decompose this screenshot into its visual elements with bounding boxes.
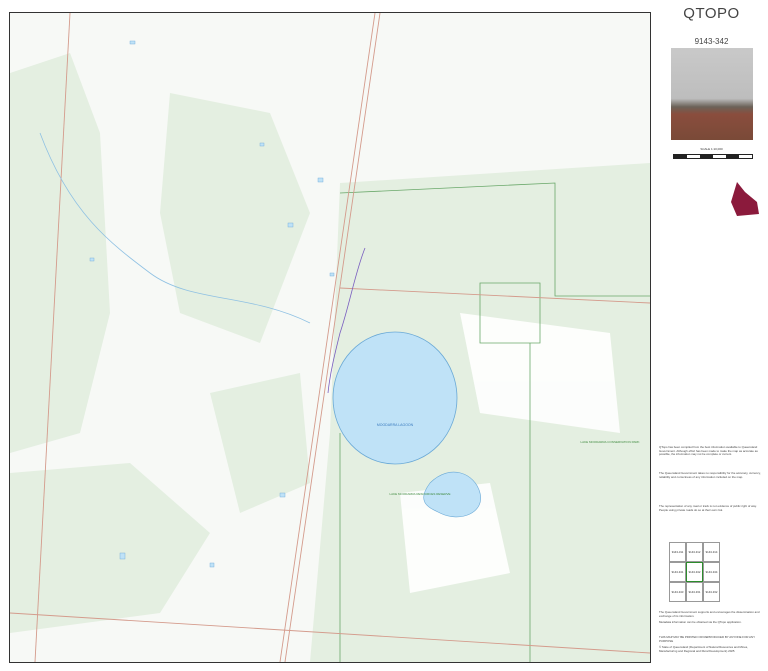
adjoining-sheet: 9143-312 xyxy=(686,542,703,562)
copyright-text: © State of Queensland (Department of Nat… xyxy=(659,645,749,653)
dam xyxy=(129,40,136,45)
map-frame[interactable]: MOODARRA LAGOON LAKE MOODARRA RESOURCES … xyxy=(9,12,651,663)
adjoining-sheet: 9143-314 xyxy=(703,542,720,562)
map-title: QTOPO xyxy=(683,5,740,22)
disclaimer-paragraph: Metadata information can be obtained via… xyxy=(659,620,742,624)
dam xyxy=(329,272,335,277)
scale-text: SCALE 1:10,000 xyxy=(700,147,723,151)
vegetation-patch xyxy=(210,373,310,513)
vegetation-patch xyxy=(10,463,210,633)
vegetation-patch xyxy=(10,53,110,453)
lagoon-label: MOODARRA LAGOON xyxy=(377,423,414,427)
dam xyxy=(89,257,95,262)
dam xyxy=(287,222,294,228)
reserve-label: LAKE MOODARRA CONSERVATION PARK xyxy=(580,440,639,444)
dam xyxy=(209,562,215,568)
scale-bar xyxy=(673,154,753,159)
queensland-locator-icon xyxy=(731,182,759,216)
disclaimer-paragraph: The representation of any road or track … xyxy=(659,504,757,512)
topographic-map[interactable]: MOODARRA LAGOON LAKE MOODARRA RESOURCES … xyxy=(10,13,650,662)
current-sheet: 9143-342 xyxy=(686,562,703,582)
adjoining-sheets-grid: 9143-311 9143-312 9143-314 9143-341 9143… xyxy=(669,542,720,602)
map-legend-panel: QTOPO 9143-342 SCALE 1:10,000 QTopo has … xyxy=(655,0,768,671)
sheet-number: 9143-342 xyxy=(694,37,729,46)
dam xyxy=(317,177,324,183)
adjoining-sheet: 9143-332 xyxy=(703,582,720,602)
moodarra-lagoon xyxy=(332,331,458,465)
dam xyxy=(279,492,286,498)
adjoining-sheet: 9143-311 xyxy=(669,542,686,562)
print-notice: THIS MAP MAY BE PRINTED OR REPRODUCED BY… xyxy=(659,635,755,643)
adjoining-sheet: 9143-331 xyxy=(686,582,703,602)
adjoining-sheet: 9143-343 xyxy=(669,582,686,602)
adjoining-sheet: 9143-344 xyxy=(703,562,720,582)
cover-photo xyxy=(671,48,753,140)
disclaimer-paragraph: QTopo has been compiled from the best in… xyxy=(659,445,758,457)
reserve-label: LAKE MOODARRA RESOURCES RESERVE xyxy=(390,492,451,496)
dam xyxy=(119,552,126,560)
disclaimer-paragraph: The Queensland Government supports and e… xyxy=(659,610,760,618)
adjoining-sheet: 9143-341 xyxy=(669,562,686,582)
dam xyxy=(259,142,265,147)
vegetation-patch xyxy=(160,93,310,343)
disclaimer-paragraph: The Queensland Government takes no respo… xyxy=(659,471,761,479)
